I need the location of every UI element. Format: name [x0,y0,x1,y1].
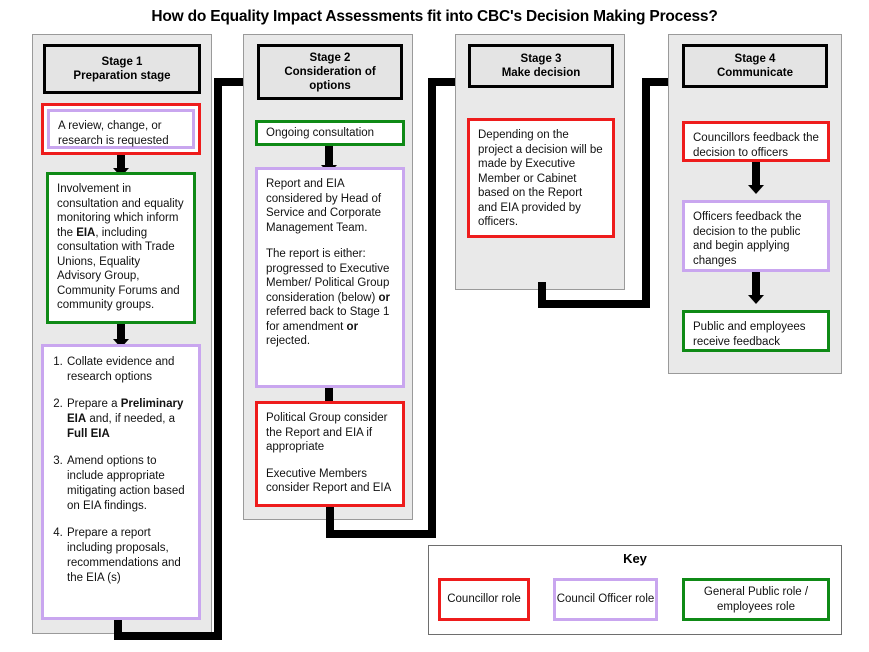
connector-1-2-horizontal-top [214,78,244,86]
stage-1-box-officer-steps[interactable]: Collate evidence and research options Pr… [41,344,201,620]
arrow-stage4-1 [748,162,764,194]
s1b3-i2a: Prepare a [67,398,121,410]
stage-1-box-review-requested-inner: A review, change, or research is request… [47,109,195,149]
s1b2-t2: , including consultation with Trade Unio… [57,226,180,312]
connector-3-4-horizontal-top [642,78,670,86]
stage-2-header-line3: options [309,80,351,92]
key-title: Key [623,551,647,566]
list-item: Amend options to include appropriate mit… [66,454,190,514]
connector-1-2-horizontal-bottom [114,632,222,640]
s2b2-p2a: The report is either: progressed to Exec… [266,248,390,304]
stage-2-header-line1: Stage 2 [309,52,351,64]
stage-4-header-line2: Communicate [716,67,794,79]
connector-2-3-up [428,82,436,538]
key-item-councillor: Councillor role [438,578,530,621]
s2b2-p2b1: or [378,291,391,304]
stage-4-box-councillors-feedback[interactable]: Councillors feedback the decision to off… [682,121,830,162]
list-item: Prepare a report including proposals, re… [66,526,190,586]
stage-2-header: Stage 2 Consideration of options [257,44,403,100]
s2b1-text: Ongoing consultation [266,126,375,139]
stage-2-box-political-group[interactable]: Political Group consider the Report and … [255,401,405,507]
stage-1-box-involvement[interactable]: Involvement in consultation and equality… [46,172,196,324]
s4b2-text: Officers feedback the decision to the pu… [693,211,802,267]
key-item-council-officer: Council Officer role [553,578,658,621]
list-item: Prepare a Preliminary EIA and, if needed… [66,397,190,442]
connector-2-3-horizontal-bottom [326,530,436,538]
stage-2-box-ongoing-consultation[interactable]: Ongoing consultation [255,120,405,146]
stage-4-box-public-receive-feedback[interactable]: Public and employees receive feedback [682,310,830,352]
stage-1-officer-steps-list: Collate evidence and research options Pr… [50,355,190,586]
s4b1-text: Councillors feedback the decision to off… [693,132,819,159]
connector-2-3-horizontal-top [428,78,456,86]
key-item-general-public-label: General Public role / employees role [703,586,809,613]
s2b2-p2b: referred back to Stage 1 for amendment [266,306,390,333]
s1b3-i2b2: Full EIA [67,428,110,440]
s1b3-i4: Prepare a report including proposals, re… [67,527,181,584]
stage-2-box-report-considered[interactable]: Report and EIA considered by Head of Ser… [255,167,405,388]
stage-3-header-line2: Make decision [501,67,581,79]
stage-1-header-line2: Preparation stage [73,70,171,82]
s2b3-para2: Executive Members consider Report and EI… [266,467,392,495]
key-item-councillor-label: Councillor role [447,593,521,606]
stage-4-header-line1: Stage 4 [734,53,776,65]
s2b3-para1: Political Group consider the Report and … [266,412,388,453]
s2b2-p2b2: or [346,320,359,333]
stage-3-header-line1: Stage 3 [520,53,562,65]
stage-3-header: Stage 3 Make decision [468,44,614,88]
list-item: Collate evidence and research options [66,355,190,385]
s3b1-text: Depending on the project a decision will… [478,129,603,228]
page-title: How do Equality Impact Assessments fit i… [151,8,718,25]
s2b2-p2c: rejected. [266,335,311,347]
arrow-stage4-2 [748,272,764,304]
connector-1-2-up [214,82,222,640]
s4b3-text: Public and employees receive feedback [693,321,806,348]
key-item-council-officer-label: Council Officer role [556,593,655,606]
stage-4-header: Stage 4 Communicate [682,44,828,88]
stage-3-box-decision[interactable]: Depending on the project a decision will… [467,118,615,238]
connector-3-4-up [642,82,650,308]
s1b3-i3: Amend options to include appropriate mit… [67,455,185,512]
s2b2-para1: Report and EIA considered by Head of Ser… [266,178,382,234]
stage-4-box-officers-feedback[interactable]: Officers feedback the decision to the pu… [682,200,830,272]
stage-1-header-line1: Stage 1 [101,56,143,68]
connector-3-4-horizontal-bottom [538,300,650,308]
key-item-general-public: General Public role / employees role [682,578,830,621]
flowchart-canvas: How do Equality Impact Assessments fit i… [0,0,869,652]
s1b3-i2b: and, if needed, a [86,413,176,425]
stage-1-box-review-requested[interactable]: A review, change, or research is request… [41,103,201,155]
stage-2-header-line2: Consideration of [284,66,376,78]
stage-1-header: Stage 1 Preparation stage [43,44,201,94]
s1b2-b1: EIA [76,226,96,239]
s1b3-i1: Collate evidence and research options [67,356,175,383]
